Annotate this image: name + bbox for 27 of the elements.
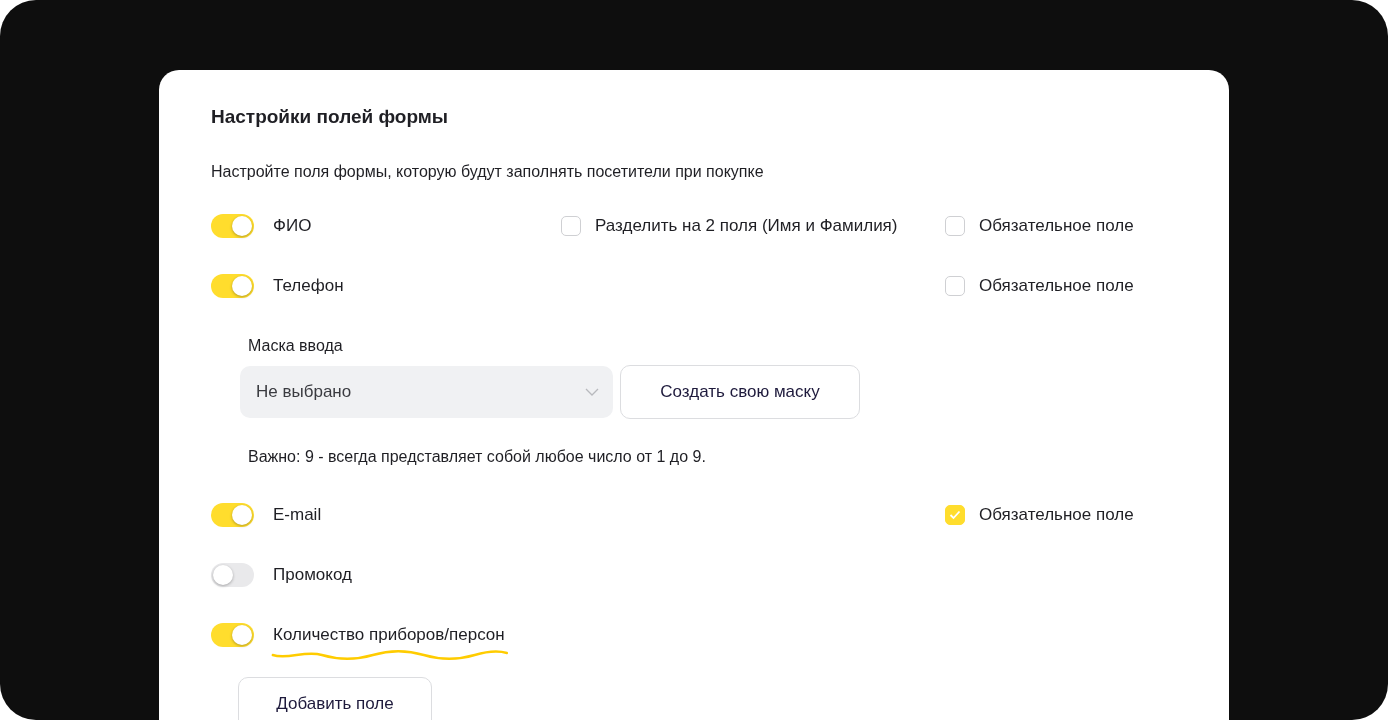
checkbox[interactable] [945,505,965,525]
toggle-switch[interactable] [211,503,254,527]
toggle-switch[interactable] [211,214,254,238]
mask-select[interactable]: Не выбрано [240,366,613,418]
checkbox[interactable] [561,216,581,236]
field-label: ФИО [273,216,312,236]
field-label: Количество приборов/персон [273,625,505,645]
create-mask-button[interactable]: Создать свою маску [620,365,860,419]
checkbox-label: Разделить на 2 поля (Имя и Фамилия) [595,216,898,236]
checkbox-label: Обязательное поле [979,505,1134,525]
field-label: E-mail [273,505,322,525]
checkbox-label: Обязательное поле [979,216,1134,236]
toggle-switch[interactable] [211,274,254,298]
hint-text: Важно: 9 - всегда представляет собой любое число от 1 до 9. [248,447,707,467]
toggle-switch[interactable] [211,563,254,587]
checkbox[interactable] [945,276,965,296]
section-title: Настройки полей формы [211,106,450,128]
section-description: Настройте поля формы, которую будут заполнять посетители при покупке [211,162,765,182]
checkbox-label: Обязательное поле [979,276,1134,296]
field-label: Телефон [273,276,344,296]
checkmark-icon [949,510,961,520]
add-field-button[interactable]: Добавить поле [238,677,432,720]
checkbox[interactable] [945,216,965,236]
field-label: Маска ввода [248,336,344,356]
field-label: Промокод [273,565,352,585]
toggle-switch[interactable] [211,623,254,647]
chevron-down-icon [585,388,599,396]
